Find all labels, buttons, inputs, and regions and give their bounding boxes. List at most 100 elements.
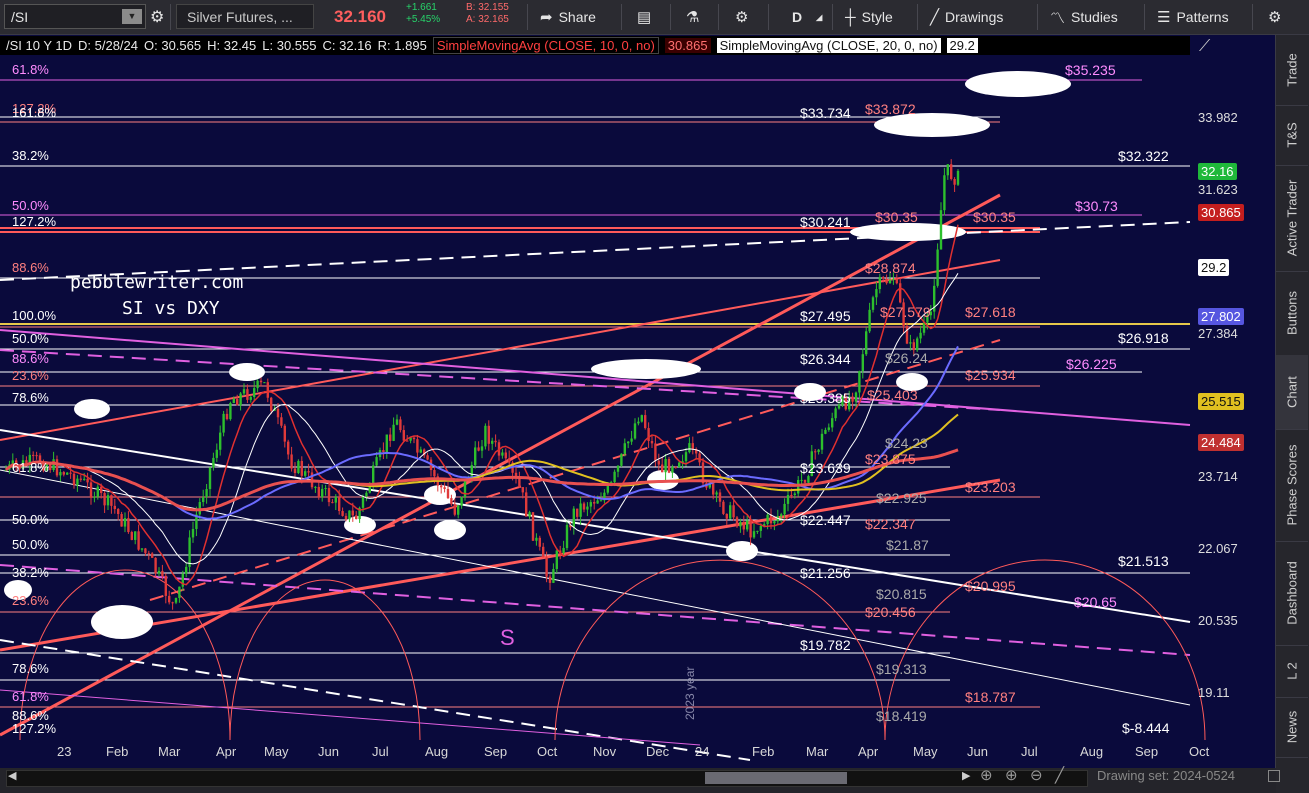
candle-body bbox=[314, 486, 317, 488]
candle-body bbox=[565, 524, 569, 548]
symbol-settings-icon[interactable]: ⚙ bbox=[150, 3, 164, 31]
price-annotation: $22.447 bbox=[800, 512, 851, 528]
scroll-right-icon[interactable]: ▶ bbox=[962, 769, 970, 782]
candle-body bbox=[596, 500, 599, 504]
share-button[interactable]: ➦ Share bbox=[540, 3, 596, 31]
scroll-left-icon[interactable]: ◀ bbox=[8, 769, 16, 782]
candle-body bbox=[208, 467, 212, 490]
sidebar-tab-chart[interactable]: Chart bbox=[1276, 355, 1308, 430]
candle-body bbox=[304, 471, 307, 476]
sidebar-tab-trade[interactable]: Trade bbox=[1276, 35, 1308, 106]
fib-level-label: 100.0% bbox=[12, 308, 57, 323]
candle-body bbox=[535, 537, 538, 541]
price-annotation: $20.995 bbox=[965, 578, 1016, 594]
candle-body bbox=[538, 537, 541, 547]
candle-body bbox=[229, 403, 232, 420]
symbol-name: Silver Futures, ... bbox=[176, 4, 314, 29]
candle-body bbox=[32, 454, 35, 456]
candle-body bbox=[494, 440, 497, 443]
price-annotation: $33.872 bbox=[865, 101, 916, 117]
symbol-dropdown-icon[interactable]: ▼ bbox=[122, 9, 142, 24]
candle-body bbox=[433, 470, 436, 477]
candle-body bbox=[688, 443, 691, 453]
candle-body bbox=[528, 512, 531, 517]
candle-body bbox=[331, 502, 334, 504]
time-axis-label: May bbox=[264, 744, 289, 759]
sma20-study-label[interactable]: SimpleMovingAvg (CLOSE, 20, 0, no) bbox=[716, 38, 941, 53]
candle-body bbox=[106, 495, 110, 506]
sidebar-tab-ts[interactable]: T&S bbox=[1276, 105, 1308, 166]
sidebar-tab-l2[interactable]: L 2 bbox=[1276, 645, 1308, 698]
candle-body bbox=[59, 472, 62, 476]
candle-body bbox=[905, 326, 909, 344]
candle-body bbox=[732, 505, 735, 518]
magenta-channel-line bbox=[0, 689, 701, 746]
candle-body bbox=[256, 380, 259, 389]
toolbar-settings-button[interactable]: ⚙ bbox=[1268, 3, 1287, 31]
target-ellipse bbox=[850, 223, 966, 241]
price-annotation: $27.618 bbox=[965, 304, 1016, 320]
beaker-button[interactable]: ⚗ bbox=[686, 3, 705, 31]
candle-body bbox=[280, 417, 283, 426]
chart-area[interactable] bbox=[0, 35, 1276, 768]
candle-body bbox=[426, 455, 429, 460]
candle-body bbox=[338, 497, 341, 512]
chart-settings-button[interactable]: ⚙ bbox=[735, 3, 754, 31]
sidebar-tab-news[interactable]: News bbox=[1276, 697, 1308, 758]
price-annotation: $25.403 bbox=[867, 387, 918, 403]
candle-body bbox=[89, 482, 93, 498]
candle-body bbox=[389, 434, 392, 441]
price-annotation: $30.35 bbox=[875, 209, 918, 225]
sma10-study-label[interactable]: SimpleMovingAvg (CLOSE, 10, 0, no) bbox=[432, 37, 659, 54]
price-annotation: $25.934 bbox=[965, 367, 1016, 383]
zoom-out-icon[interactable]: ⊖ bbox=[1030, 766, 1043, 784]
candle-body bbox=[715, 492, 718, 495]
sidebar-tab-dashboard[interactable]: Dashboard bbox=[1276, 541, 1308, 646]
studies-button[interactable]: 〽 Studies bbox=[1050, 3, 1118, 31]
bar-date: D: 5/28/24 bbox=[78, 38, 139, 53]
candle-body bbox=[154, 557, 157, 574]
time-axis-label: Mar bbox=[158, 744, 181, 759]
period-button[interactable]: D ◢ bbox=[792, 3, 822, 31]
sidebar-tab-phase-scores[interactable]: Phase Scores bbox=[1276, 429, 1308, 542]
symbol-input[interactable]: /SI ▼ bbox=[4, 4, 146, 29]
price-chart[interactable] bbox=[0, 35, 1276, 768]
candle-body bbox=[667, 458, 671, 473]
candle-body bbox=[259, 380, 263, 383]
drawings-button[interactable]: ╱ Drawings bbox=[930, 3, 1003, 31]
price-annotation: $35.235 bbox=[1065, 62, 1116, 78]
candle-body bbox=[871, 297, 875, 310]
share-icon: ➦ bbox=[540, 9, 553, 26]
bid-value: B: 32.155 bbox=[466, 2, 509, 13]
chart-expand-icon[interactable]: ⟋ bbox=[1199, 38, 1225, 58]
candle-body bbox=[66, 472, 69, 475]
candle-body bbox=[355, 515, 358, 520]
patterns-label: Patterns bbox=[1176, 9, 1229, 25]
sidebar-tab-active-trader[interactable]: Active Trader bbox=[1276, 165, 1308, 272]
price-annotation: $26.344 bbox=[800, 351, 851, 367]
candle-body bbox=[630, 438, 633, 442]
candle-body bbox=[297, 460, 300, 474]
drawing-set-label[interactable]: Drawing set: 2024-0524 bbox=[1097, 768, 1235, 783]
time-axis-label: 24 bbox=[695, 744, 710, 759]
candle-body bbox=[474, 447, 477, 466]
candle-body bbox=[477, 447, 480, 451]
crosshair-icon[interactable]: ⊕ bbox=[980, 766, 993, 784]
patterns-button[interactable]: ☰ Patterns bbox=[1157, 3, 1229, 31]
candle-body bbox=[542, 546, 545, 558]
time-scrollbar[interactable] bbox=[6, 770, 1088, 787]
news-button[interactable]: ▤ bbox=[637, 3, 657, 31]
candle-body bbox=[504, 452, 507, 459]
time-axis-label: Jun bbox=[318, 744, 339, 759]
price-axis-label: 19.11 bbox=[1198, 685, 1230, 700]
candle-body bbox=[406, 440, 409, 442]
zoom-in-icon[interactable]: ⊕ bbox=[1005, 766, 1018, 784]
drawing-pencil-icon[interactable]: ╱ bbox=[1055, 766, 1064, 784]
style-button[interactable]: ┼ Style bbox=[845, 3, 893, 31]
candle-body bbox=[205, 489, 208, 498]
scrollbar-thumb[interactable] bbox=[705, 772, 847, 784]
settings-square-icon[interactable] bbox=[1268, 770, 1280, 782]
price-annotation: $23.203 bbox=[965, 479, 1016, 495]
candle-body bbox=[62, 472, 65, 475]
sidebar-tab-buttons[interactable]: Buttons bbox=[1276, 271, 1308, 356]
